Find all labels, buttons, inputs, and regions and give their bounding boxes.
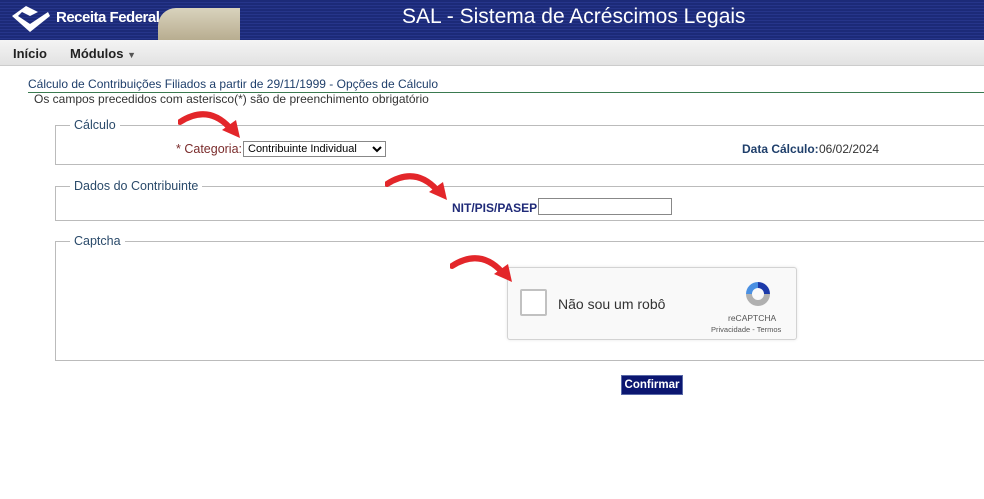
data-calculo-value: 06/02/2024 [819, 142, 880, 156]
red-arrow-icon [450, 255, 512, 282]
menu-inicio[interactable]: Início [13, 46, 47, 61]
nit-label: NIT/PIS/PASEP: [452, 201, 542, 215]
app-title: SAL - Sistema de Acréscimos Legais [402, 5, 746, 28]
header-banner: Receita Federal SAL - Sistema de Acrésci… [0, 0, 984, 40]
confirm-button[interactable]: Confirmar [621, 375, 683, 395]
recaptcha-label: Não sou um robô [558, 296, 666, 312]
captcha-legend: Captcha [74, 234, 121, 248]
receita-logo-icon [12, 6, 50, 32]
data-calculo-label: Data Cálculo: [742, 142, 819, 156]
page-title: Cálculo de Contribuições Filiados a part… [28, 77, 984, 93]
recaptcha-checkbox[interactable] [520, 289, 547, 316]
caret-down-icon: ▼ [127, 50, 136, 60]
contribuinte-legend: Dados do Contribuinte [74, 179, 199, 193]
menu-modulos-label: Módulos [70, 46, 124, 61]
menu-bar: Início Módulos ▼ [0, 40, 984, 66]
recaptcha-widget: Não sou um robô reCAPTCHA Privacidade - … [507, 267, 797, 340]
calculo-legend: Cálculo [74, 118, 116, 132]
red-arrow-icon [385, 173, 447, 200]
categoria-label: * Categoria: [176, 142, 243, 156]
recaptcha-logo-icon [746, 282, 770, 306]
required-note: Os campos precedidos com asterisco(*) sã… [34, 92, 429, 106]
categoria-select[interactable]: Contribuinte Individual [243, 141, 386, 157]
brand-name: Receita Federal [56, 9, 160, 26]
menu-modulos[interactable]: Módulos ▼ [70, 46, 136, 61]
recaptcha-brand: reCAPTCHA [728, 313, 777, 323]
recaptcha-links[interactable]: Privacidade - Termos [711, 325, 781, 334]
building-image [158, 8, 240, 40]
nit-input[interactable] [538, 198, 672, 215]
red-arrow-icon [178, 111, 240, 138]
